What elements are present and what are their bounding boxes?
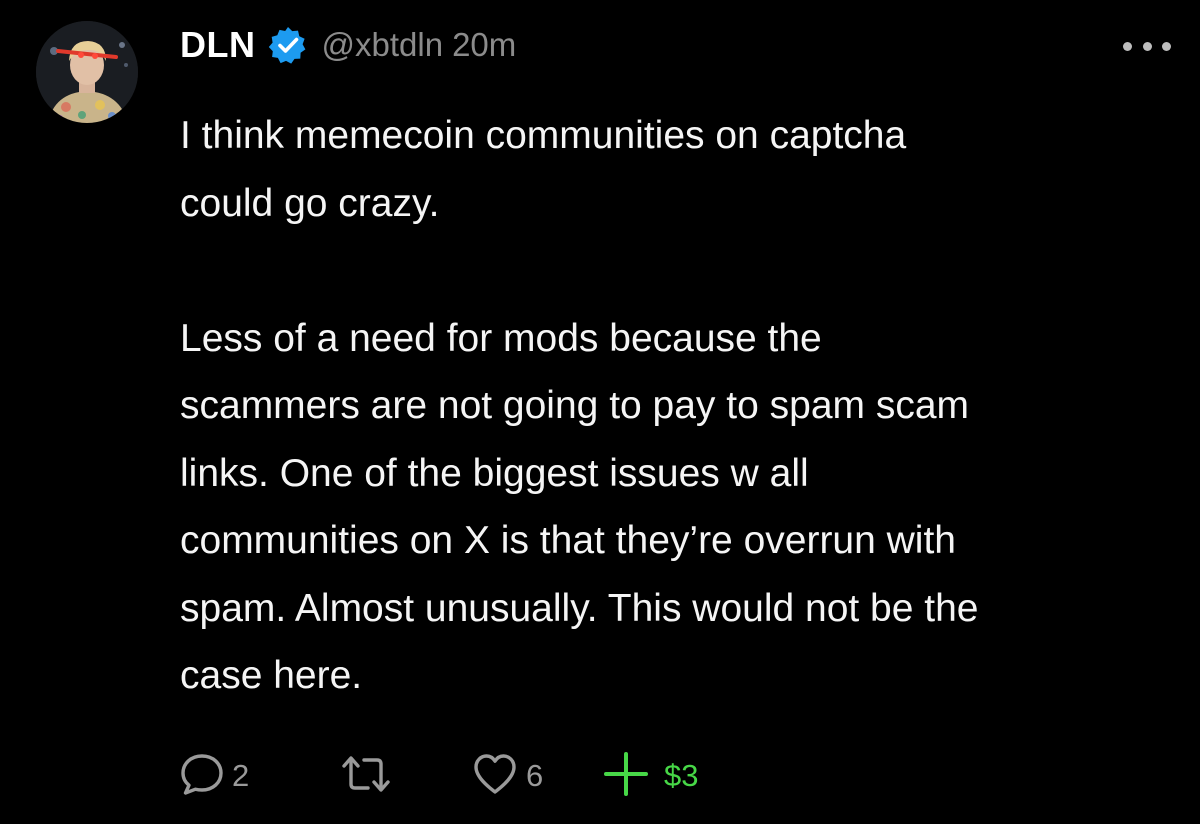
heart-icon	[470, 750, 520, 803]
more-options-button[interactable]	[1123, 37, 1171, 55]
author-display-name[interactable]: DLN	[180, 24, 256, 66]
reply-button[interactable]: 2	[178, 750, 338, 803]
post-card: DLN @xbtdln 20m I think memecoin communi…	[0, 0, 1200, 824]
plus-icon	[600, 748, 652, 805]
tip-button[interactable]: $3	[600, 748, 698, 805]
profile-photo-icon	[36, 21, 138, 123]
post-body: I think memecoin communities on captcha …	[180, 102, 1190, 710]
reply-count: 2	[232, 758, 250, 793]
repost-button[interactable]	[338, 750, 470, 803]
post-paragraph-1: I think memecoin communities on captcha …	[180, 114, 907, 225]
tip-amount: $3	[664, 758, 699, 793]
more-dot	[1123, 41, 1132, 51]
post-timestamp[interactable]: 20m	[452, 26, 516, 64]
verified-badge-icon	[268, 25, 308, 65]
action-bar: 2 6 $3	[178, 748, 698, 804]
author-handle[interactable]: @xbtdln	[322, 26, 444, 64]
comment-bubble-icon	[178, 750, 226, 803]
post-header: DLN @xbtdln 20m	[180, 20, 516, 70]
more-dot	[1142, 41, 1152, 51]
avatar[interactable]	[36, 21, 138, 123]
repost-arrows-icon	[338, 750, 394, 803]
more-dot	[1162, 41, 1171, 51]
post-paragraph-2: Less of a need for mods because the scam…	[180, 316, 979, 698]
like-count: 6	[526, 758, 544, 793]
like-button[interactable]: 6	[470, 750, 600, 803]
